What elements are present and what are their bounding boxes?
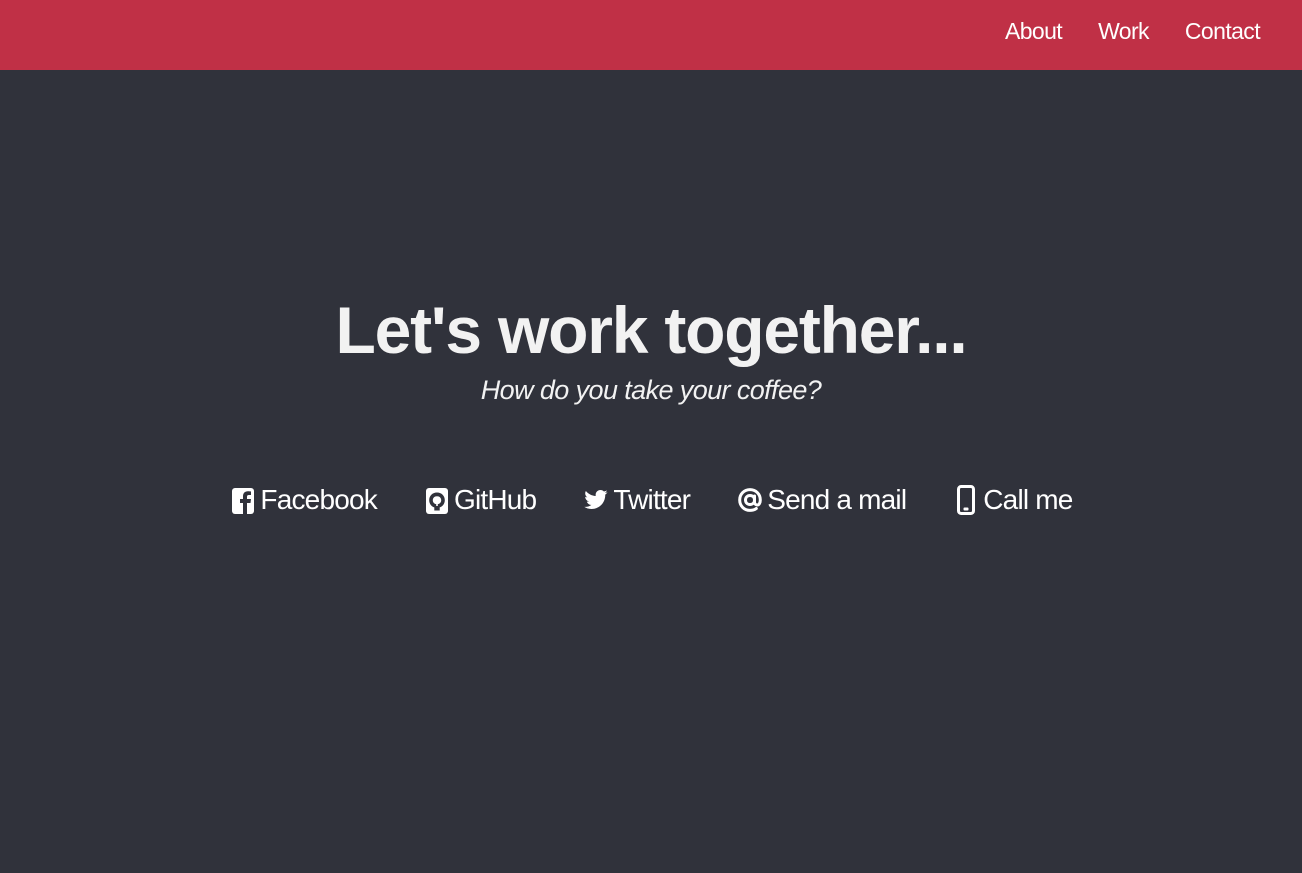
page-subtitle: How do you take your coffee?	[480, 375, 822, 405]
page-title: Let's work together...	[335, 293, 967, 367]
email-link[interactable]: Send a mail	[738, 482, 907, 518]
facebook-link-label: Facebook	[260, 484, 377, 515]
github-link-label: GitHub	[453, 484, 537, 515]
github-link[interactable]: GitHub	[425, 482, 537, 518]
email-link-label: Send a mail	[767, 484, 907, 515]
nav-link-contact[interactable]: Contact	[1185, 17, 1261, 45]
facebook-square-icon	[231, 485, 255, 515]
contact-links: Facebook GitHub Twitter Send a mail Call…	[0, 482, 1302, 518]
mobile-phone-icon	[954, 485, 978, 515]
top-navbar: About Work Contact	[0, 0, 1302, 70]
twitter-bird-icon	[584, 485, 608, 515]
contact-section: Let's work together... How do you take y…	[0, 70, 1302, 873]
at-sign-icon	[738, 485, 763, 515]
main-nav: About Work Contact	[1005, 17, 1261, 45]
phone-link[interactable]: Call me	[954, 482, 1073, 518]
facebook-link[interactable]: Facebook	[231, 482, 378, 518]
twitter-link[interactable]: Twitter	[584, 482, 691, 518]
nav-link-about[interactable]: About	[1005, 17, 1063, 45]
phone-link-label: Call me	[983, 484, 1073, 515]
twitter-link-label: Twitter	[613, 484, 691, 515]
github-square-icon	[425, 485, 449, 515]
nav-link-work[interactable]: Work	[1098, 17, 1149, 45]
